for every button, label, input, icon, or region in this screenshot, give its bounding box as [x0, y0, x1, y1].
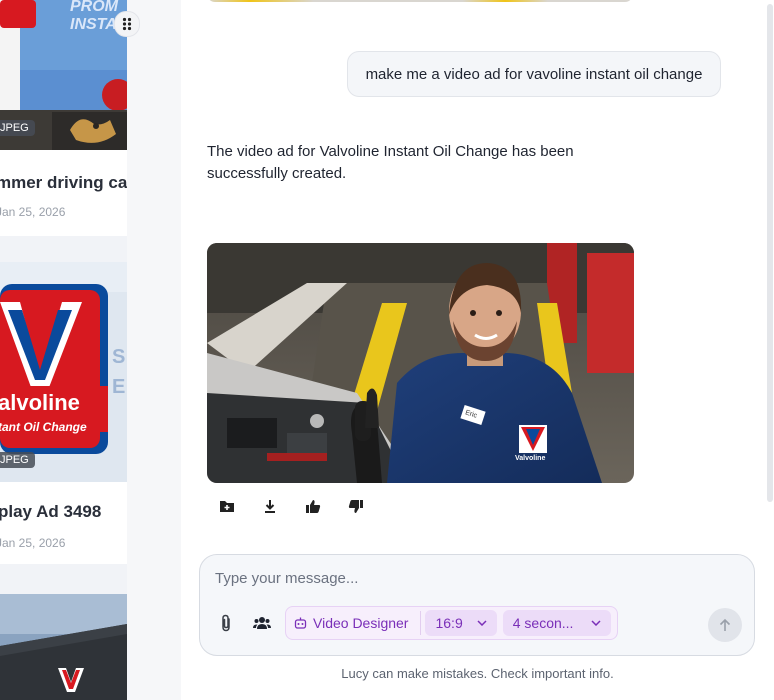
- composer-toolbar: Video Designer 16:9 4 secon...: [213, 606, 619, 640]
- message-actions: [215, 496, 367, 516]
- robot-icon: [294, 617, 307, 629]
- generated-video-thumbnail[interactable]: Eric Valvoline: [207, 243, 634, 483]
- chevron-down-icon: [591, 620, 601, 626]
- aspect-ratio-dropdown[interactable]: 16:9: [425, 610, 497, 636]
- card-title: mmer driving ca: [0, 173, 127, 192]
- disclaimer: Lucy can make mistakes. Check important …: [341, 666, 614, 681]
- previous-image-edge: [207, 0, 633, 2]
- message-composer: Video Designer 16:9 4 secon...: [199, 554, 755, 656]
- card-date: Jan 25, 2026: [0, 536, 66, 550]
- gallery-card[interactable]: [0, 594, 127, 700]
- paperclip-icon[interactable]: [213, 610, 239, 636]
- aspect-ratio-value: 16:9: [435, 615, 463, 631]
- mode-label: Video Designer: [313, 615, 409, 631]
- generation-settings: Video Designer 16:9 4 secon...: [285, 606, 619, 640]
- duration-dropdown[interactable]: 4 secon...: [502, 610, 612, 636]
- card-side-text: S E: [112, 346, 126, 398]
- divider: [420, 611, 422, 635]
- file-type-badge: JPEG: [0, 120, 35, 136]
- user-message-text: make me a video ad for vavoline instant …: [365, 65, 703, 83]
- people-icon[interactable]: [249, 610, 275, 636]
- scrollbar[interactable]: [767, 4, 773, 502]
- card-title: play Ad 3498: [0, 502, 102, 521]
- card-logo-text: alvoline: [0, 390, 80, 415]
- assistant-message: The video ad for Valvoline Instant Oil C…: [207, 143, 574, 182]
- chevron-down-icon: [477, 620, 487, 626]
- file-type-badge: JPEG: [0, 452, 35, 468]
- gallery-panel: PROM INSTA JPEG mmer driving ca Jan 25, …: [0, 0, 127, 700]
- card-thumbnail: alvoline tant Oil Change S E: [0, 262, 127, 482]
- chat-area: make me a video ad for vavoline instant …: [181, 0, 774, 700]
- card-banner-text: PROM INSTA: [70, 0, 118, 33]
- card-thumbnail: [0, 594, 127, 700]
- arrow-up-icon: [719, 618, 731, 631]
- folder-plus-icon[interactable]: [215, 496, 238, 516]
- card-logo-sub: tant Oil Change: [0, 420, 87, 434]
- gallery-card[interactable]: PROM INSTA JPEG mmer driving ca Jan 25, …: [0, 0, 127, 236]
- gallery-card[interactable]: alvoline tant Oil Change S E JPEG play A…: [0, 262, 127, 564]
- message-input[interactable]: [213, 569, 737, 588]
- user-message-bubble: make me a video ad for vavoline instant …: [347, 51, 721, 97]
- drag-handle-icon[interactable]: [114, 11, 140, 37]
- download-icon[interactable]: [258, 496, 281, 516]
- panel-gutter: [127, 0, 182, 700]
- card-date: Jan 25, 2026: [0, 205, 66, 219]
- duration-value: 4 secon...: [512, 615, 574, 631]
- mode-selector[interactable]: Video Designer: [292, 610, 416, 636]
- uniform-logo-text: Valvoline: [515, 455, 546, 462]
- thumbs-down-icon[interactable]: [344, 496, 367, 516]
- thumbs-up-icon[interactable]: [301, 496, 324, 516]
- send-button[interactable]: [708, 608, 742, 642]
